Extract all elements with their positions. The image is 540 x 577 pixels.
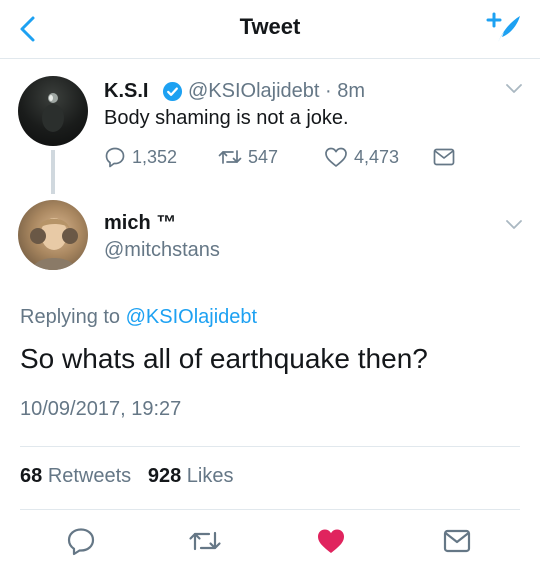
retweet-count: 547 xyxy=(248,146,279,167)
verified-badge-icon xyxy=(162,81,183,102)
reply-icon[interactable] xyxy=(66,526,96,556)
envelope-icon xyxy=(433,148,455,166)
like-count: 4,473 xyxy=(354,146,400,167)
retweets-count: 68 xyxy=(20,465,43,487)
reply-action[interactable]: 1,352 xyxy=(104,144,177,170)
reply-author-name[interactable]: mich ™ xyxy=(104,212,176,235)
page-title: Tweet xyxy=(239,14,301,39)
reply-icon xyxy=(105,147,125,168)
chevron-down-icon[interactable] xyxy=(504,218,524,232)
retweet-icon[interactable] xyxy=(188,526,222,556)
likes-label: Likes xyxy=(186,465,234,487)
heart-filled-icon[interactable] xyxy=(316,526,346,556)
parent-tweet-author-name[interactable]: K.S.I xyxy=(104,80,148,103)
heart-outline-icon xyxy=(325,147,347,167)
likes-count: 928 xyxy=(147,465,182,487)
retweet-action[interactable]: 547 xyxy=(218,144,278,170)
chevron-down-icon[interactable] xyxy=(504,82,524,96)
replying-to-line: Replying to @KSIOlajidebt xyxy=(20,306,257,329)
avatar-image xyxy=(30,218,78,270)
replying-to-mention-link[interactable]: @KSIOlajidebt xyxy=(126,306,257,328)
reply-author-handle[interactable]: @mitchstans xyxy=(104,239,220,262)
engagement-stats: 68 Retweets 928 Likes xyxy=(20,465,234,488)
divider xyxy=(20,446,520,447)
retweets-stat[interactable]: 68 Retweets xyxy=(20,465,131,487)
likes-stat[interactable]: 928 Likes xyxy=(148,465,234,487)
replying-to-prefix: Replying to xyxy=(20,306,121,328)
retweet-icon xyxy=(218,150,242,164)
compose-tweet-icon[interactable] xyxy=(484,10,524,50)
parent-tweet-text: Body shaming is not a joke. xyxy=(104,107,349,129)
thread-connector-line xyxy=(51,150,55,194)
retweets-label: Retweets xyxy=(47,465,132,487)
tweet-timestamp: 10/09/2017, 19:27 xyxy=(20,398,182,420)
direct-message-action[interactable] xyxy=(432,144,462,170)
reply-tweet-text: So whats all of earthquake then? xyxy=(20,343,428,374)
reply-count: 1,352 xyxy=(132,146,178,167)
parent-tweet-handle-time: @KSIOlajidebt · 8m xyxy=(188,80,366,102)
avatar-image xyxy=(42,93,64,132)
like-action[interactable]: 4,473 xyxy=(324,144,399,170)
envelope-icon[interactable] xyxy=(442,526,472,556)
divider xyxy=(20,509,520,510)
avatar[interactable] xyxy=(18,200,88,270)
avatar[interactable] xyxy=(18,76,88,146)
